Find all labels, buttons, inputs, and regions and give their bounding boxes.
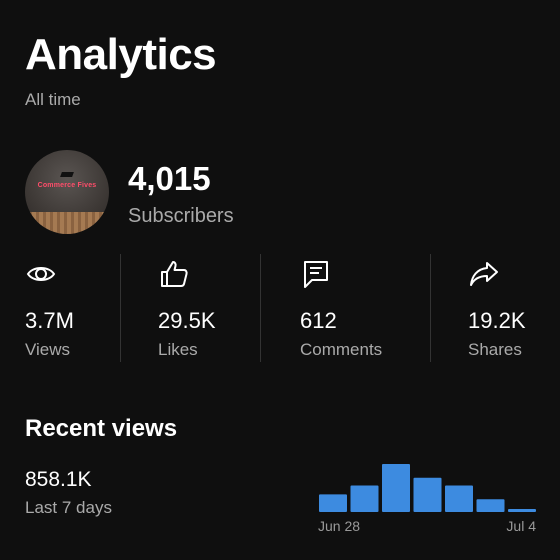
chart-bar-jun-29[interactable] (350, 485, 379, 512)
chart-bar-jun-28[interactable] (319, 494, 347, 512)
avatar-brand-text: Commerce Fives (37, 182, 97, 189)
stat-label: Views (25, 340, 71, 359)
stat-label: Shares (468, 340, 522, 359)
divider (120, 254, 121, 362)
time-range-label: All time (25, 90, 81, 109)
divider (430, 254, 431, 362)
recent-views-title: Recent views (25, 415, 178, 442)
page-title: Analytics (25, 30, 217, 79)
subscriber-label: Subscribers (128, 205, 234, 227)
eye-icon (26, 267, 56, 281)
x-tick-label-start: Jun 28 (318, 518, 360, 534)
bar-chart-svg: Jun 28 Jul 4 (318, 463, 536, 534)
channel-avatar[interactable]: Commerce Fives (25, 150, 109, 234)
comment-icon (304, 261, 328, 288)
subscriber-count: 4,015 (128, 160, 211, 197)
share-icon (470, 262, 498, 286)
stat-label: Comments (300, 340, 383, 359)
stat-label: Likes (158, 340, 198, 359)
stat-value: 29.5K (158, 308, 216, 333)
stat-value: 612 (300, 308, 337, 333)
divider (260, 254, 261, 362)
graduation-cap-icon (60, 172, 74, 177)
stat-value: 19.2K (468, 308, 526, 333)
recent-views-period: Last 7 days (25, 498, 112, 517)
chart-bar-jun-30[interactable] (382, 463, 410, 512)
chart-bar-jul-1[interactable] (413, 477, 442, 512)
x-tick-label-end: Jul 4 (506, 518, 536, 534)
avatar-floor (25, 212, 109, 234)
recent-views-chart[interactable]: Jun 28 Jul 4 (310, 455, 540, 545)
chart-bar-jul-4[interactable] (508, 509, 536, 512)
stats-row: 3.7M Views 29.5K Likes 612 Comments 19.2… (0, 252, 560, 364)
recent-views-count: 858.1K (25, 468, 92, 491)
stat-value: 3.7M (25, 308, 74, 333)
thumbs-up-icon (161, 261, 188, 287)
chart-bar-jul-2[interactable] (445, 485, 473, 512)
chart-bar-jul-3[interactable] (476, 499, 505, 512)
